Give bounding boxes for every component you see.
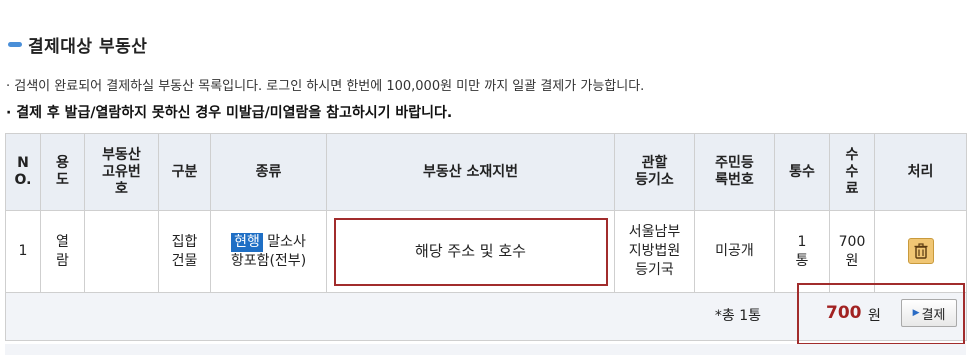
header-fee: 수수료: [829, 133, 875, 211]
table-header-row: N O. 용도 부동산 고유번 호 구분 종류 부동산 소재지번 관할 등기소 주민등 록…: [5, 133, 967, 211]
kind-text: 말소사: [267, 233, 306, 250]
cell-kind: 현행 말소사 항포함(전부): [210, 210, 327, 293]
header-registry: 관할 등기소: [614, 133, 695, 211]
table-row: 1 열람 집합 건물 현행 말소사 항포함(전부) 해당 주소 및 호수 서울남부…: [5, 210, 967, 293]
total-amount: 700: [826, 303, 862, 323]
trash-icon[interactable]: [907, 238, 934, 264]
cell-purpose: 열람: [40, 210, 85, 293]
cell-resident-no: 미공개: [694, 210, 775, 293]
cell-action: [874, 210, 967, 293]
total-count: *총 1통: [714, 308, 761, 324]
bottom-strip: [5, 344, 966, 355]
status-badge: 현행: [231, 232, 263, 252]
header-unique-no: 부동산 고유번 호: [84, 133, 159, 211]
section-header: 결제대상 부동산: [8, 32, 147, 57]
total-amount-unit: 원: [868, 308, 881, 324]
kind-text-2: 항포함(전부): [230, 252, 307, 269]
page-title: 결제대상 부동산: [28, 37, 148, 57]
header-no: N O.: [5, 133, 41, 211]
header-action: 처리: [874, 133, 967, 211]
arrow-right-icon: ▶: [912, 308, 920, 318]
pay-button[interactable]: ▶ 결제: [901, 299, 957, 327]
address-highlight: 해당 주소 및 호수: [333, 217, 608, 286]
cell-fee: 700 원: [829, 210, 875, 293]
cell-copies: 1통: [774, 210, 830, 293]
header-copies: 통수: [774, 133, 830, 211]
cell-address: 해당 주소 및 호수: [326, 210, 615, 293]
cell-registry: 서울남부 지방법원 등기국: [614, 210, 695, 293]
pay-button-label: 결제: [921, 307, 946, 323]
info-note: · 검색이 완료되어 결제하실 부동산 목록입니다. 로그인 하시면 한번에 1…: [6, 79, 645, 94]
header-category: 구분: [158, 133, 211, 211]
header-purpose: 용도: [40, 133, 85, 211]
warning-note: · 결제 후 발급/열람하지 못하신 경우 미발급/미열람을 참고하시기 바랍니…: [6, 105, 453, 121]
cell-no: 1: [5, 210, 41, 293]
header-address: 부동산 소재지번: [326, 133, 615, 211]
cell-unique-no: [84, 210, 159, 293]
title-bullet-icon: [8, 42, 22, 47]
header-resident-no: 주민등 록번호: [694, 133, 775, 211]
cell-category: 집합 건물: [158, 210, 211, 293]
header-kind: 종류: [210, 133, 327, 211]
